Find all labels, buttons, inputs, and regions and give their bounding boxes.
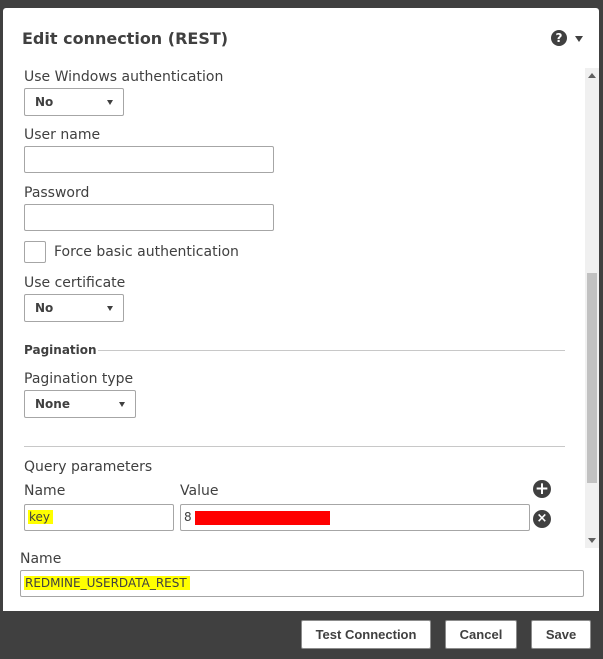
test-connection-button[interactable]: Test Connection xyxy=(301,620,431,649)
pagination-divider xyxy=(98,350,565,351)
windows-auth-value: No xyxy=(35,95,54,109)
plus-circle-icon[interactable]: + xyxy=(533,480,551,498)
edit-connection-dialog: Edit connection (REST) ? Use Windows aut… xyxy=(3,8,599,611)
chevron-down-icon xyxy=(119,402,125,407)
param-value-text: 8 xyxy=(184,510,192,524)
windows-auth-label: Use Windows authentication xyxy=(24,69,224,85)
force-basic-auth-checkbox[interactable] xyxy=(24,241,46,263)
param-name-input[interactable]: key xyxy=(24,504,174,531)
help-caret-icon[interactable] xyxy=(575,36,583,42)
connection-name-input[interactable]: REDMINE_USERDATA_REST xyxy=(20,570,584,597)
chevron-down-icon xyxy=(107,100,113,105)
password-input[interactable] xyxy=(24,204,274,231)
user-name-input[interactable] xyxy=(24,146,274,173)
password-label: Password xyxy=(24,185,90,201)
connection-form: Use Windows authentication No User name … xyxy=(3,68,599,548)
user-name-label: User name xyxy=(24,127,101,143)
form-scrollbar[interactable] xyxy=(585,68,599,548)
param-name-header: Name xyxy=(24,483,66,499)
use-certificate-value: No xyxy=(35,301,54,315)
chevron-down-icon xyxy=(107,306,113,311)
param-value-input[interactable]: 8 xyxy=(180,504,530,531)
connection-name-value: REDMINE_USERDATA_REST xyxy=(24,576,190,590)
windows-auth-select[interactable]: No xyxy=(24,88,124,116)
scroll-up-arrow-icon[interactable] xyxy=(588,73,596,78)
dialog-title: Edit connection (REST) xyxy=(22,29,229,48)
pagination-type-select[interactable]: None xyxy=(24,390,136,418)
use-certificate-label: Use certificate xyxy=(24,275,126,291)
save-button[interactable]: Save xyxy=(531,620,591,649)
pagination-section-title: Pagination xyxy=(24,343,97,357)
force-basic-auth-label: Force basic authentication xyxy=(54,244,239,260)
query-parameters-divider xyxy=(24,446,565,447)
cancel-button[interactable]: Cancel xyxy=(445,620,517,649)
connection-name-label: Name xyxy=(20,551,62,567)
use-certificate-select[interactable]: No xyxy=(24,294,124,322)
dialog-footer: Test Connection Cancel Save xyxy=(0,611,603,659)
param-value-header: Value xyxy=(180,483,219,499)
scroll-down-arrow-icon[interactable] xyxy=(588,538,596,543)
x-circle-icon[interactable]: × xyxy=(533,510,551,528)
help-icon[interactable]: ? xyxy=(551,30,567,46)
redaction-bar xyxy=(194,510,330,525)
scroll-thumb[interactable] xyxy=(587,273,597,483)
pagination-type-value: None xyxy=(35,397,70,411)
param-name-value: key xyxy=(28,510,54,524)
pagination-type-label: Pagination type xyxy=(24,371,134,387)
query-parameters-title: Query parameters xyxy=(24,459,153,475)
